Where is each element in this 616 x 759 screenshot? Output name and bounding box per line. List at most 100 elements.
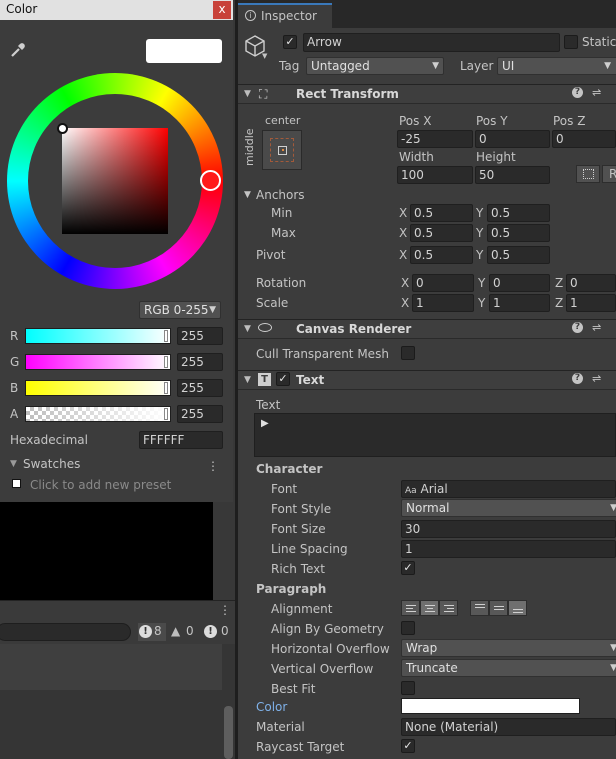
console-row[interactable] [0, 644, 222, 690]
pivot-x-input[interactable]: 0.5 [410, 246, 473, 264]
console-errors-toggle[interactable]: ! 8 [138, 623, 166, 641]
line-spacing-input[interactable]: 1 [401, 540, 616, 558]
blueprint-mode-button[interactable] [576, 165, 600, 183]
console-info-toggle[interactable]: ! 0 [203, 623, 233, 641]
swatches-more-icon[interactable]: ⋮ [207, 459, 219, 473]
console-search-input[interactable] [0, 623, 131, 641]
rect-transform-header[interactable]: ▼ ⛶ Rect Transform ? ⇌ [238, 84, 616, 104]
info-circle-icon: i [245, 10, 256, 21]
vertical-overflow-dropdown[interactable]: Truncate ▼ [401, 659, 616, 677]
channel-g-slider[interactable] [25, 354, 171, 370]
font-style-dropdown[interactable]: Normal ▼ [401, 499, 616, 517]
text-area[interactable]: ▶ [254, 413, 616, 457]
align-top-button[interactable] [470, 600, 489, 616]
canvas-renderer-header[interactable]: ▼ Canvas Renderer ? ⇌ [238, 319, 616, 339]
scale-x-input[interactable]: 1 [412, 294, 474, 312]
sv-handle[interactable] [57, 123, 68, 134]
color-picker-eyedropper-button[interactable] [582, 697, 616, 715]
anchor-preset-button[interactable] [262, 130, 302, 170]
pos-x-label: Pos X [399, 114, 432, 128]
rich-text-checkbox[interactable]: ✓ [401, 561, 415, 575]
console-scrollbar[interactable] [224, 706, 233, 759]
close-button[interactable]: x [213, 1, 231, 19]
chevron-down-icon: ▼ [432, 61, 439, 71]
cull-transparent-mesh-checkbox[interactable] [401, 346, 415, 360]
anchors-label[interactable]: Anchors [256, 188, 305, 202]
scale-label: Scale [256, 296, 289, 310]
align-middle-button[interactable] [489, 600, 508, 616]
min-x-input[interactable]: 0.5 [410, 204, 473, 222]
width-label: Width [399, 150, 434, 164]
rot-y-input[interactable]: 0 [489, 274, 550, 292]
eyedropper-icon[interactable] [9, 41, 27, 59]
console-more-icon[interactable]: ⋮ [219, 603, 231, 617]
color-field[interactable] [401, 698, 580, 714]
channel-a-value[interactable]: 255 [177, 405, 223, 423]
cube-dropdown-icon[interactable]: ▼ [262, 52, 267, 60]
text-component-header[interactable]: ▼ T ✓ Text ? ⇌ [238, 370, 616, 390]
scale-y-input[interactable]: 1 [489, 294, 550, 312]
pos-y-input[interactable]: 0 [475, 130, 550, 148]
rot-x-input[interactable]: 0 [412, 274, 474, 292]
material-field[interactable]: None (Material) [401, 718, 616, 736]
max-y-input[interactable]: 0.5 [487, 224, 550, 242]
settings-sliders-icon[interactable]: ⇌ [592, 86, 601, 99]
active-checkbox[interactable]: ✓ [283, 35, 297, 49]
max-x-input[interactable]: 0.5 [410, 224, 473, 242]
settings-sliders-icon[interactable]: ⇌ [592, 321, 601, 334]
pivot-y-input[interactable]: 0.5 [487, 246, 550, 264]
width-input[interactable]: 100 [397, 166, 473, 184]
help-icon[interactable]: ? [572, 322, 583, 333]
pos-z-input[interactable]: 0 [552, 130, 616, 148]
fold-icon[interactable]: ▼ [244, 89, 251, 99]
align-left-button[interactable] [401, 600, 420, 616]
align-bottom-button[interactable] [508, 600, 527, 616]
hex-input[interactable]: FFFFFF [139, 431, 223, 449]
fold-icon[interactable]: ▼ [244, 324, 251, 334]
raw-edit-button[interactable]: R [602, 165, 616, 183]
swatches-fold-icon[interactable]: ▼ [10, 459, 17, 469]
horizontal-overflow-dropdown[interactable]: Wrap ▼ [401, 639, 616, 657]
font-field[interactable]: Aa Arial [401, 480, 616, 498]
tag-label: Tag [279, 59, 300, 73]
layer-dropdown[interactable]: UI ▼ [497, 57, 616, 75]
color-window-titlebar[interactable]: Color x [0, 0, 233, 20]
static-checkbox[interactable] [564, 35, 578, 49]
align-center-button[interactable] [420, 600, 439, 616]
font-size-input[interactable]: 30 [401, 520, 616, 538]
help-icon[interactable]: ? [572, 373, 583, 384]
fold-icon[interactable]: ▼ [244, 375, 251, 385]
height-input[interactable]: 50 [475, 166, 550, 184]
scale-z-input[interactable]: 1 [566, 294, 616, 312]
pos-x-input[interactable]: -25 [397, 130, 473, 148]
align-right-button[interactable] [439, 600, 458, 616]
channel-b-value[interactable]: 255 [177, 379, 223, 397]
hue-handle[interactable] [200, 170, 221, 191]
anchors-fold-icon[interactable]: ▼ [244, 190, 251, 200]
swatch-preset[interactable] [12, 479, 21, 488]
channel-b-slider[interactable] [25, 380, 171, 396]
min-y-letter: Y [476, 206, 484, 220]
text-enabled-checkbox[interactable]: ✓ [276, 372, 290, 386]
channel-a-slider[interactable] [25, 406, 171, 422]
game-view[interactable] [0, 502, 213, 600]
align-by-geometry-checkbox[interactable] [401, 621, 415, 635]
help-icon[interactable]: ? [572, 87, 583, 98]
saturation-value-square[interactable] [62, 128, 168, 234]
max-x-letter: X [399, 226, 408, 240]
rot-z-input[interactable]: 0 [566, 274, 616, 292]
object-name-input[interactable]: Arrow [303, 33, 560, 52]
console-warnings-toggle[interactable]: ▲ 0 [170, 623, 198, 641]
settings-sliders-icon[interactable]: ⇌ [592, 372, 601, 385]
alignment-label: Alignment [271, 602, 333, 616]
tag-dropdown[interactable]: Untagged ▼ [306, 57, 444, 75]
channel-r-value[interactable]: 255 [177, 327, 223, 345]
swatches-label[interactable]: Swatches [23, 457, 80, 471]
best-fit-checkbox[interactable] [401, 681, 415, 695]
raycast-target-checkbox[interactable]: ✓ [401, 739, 415, 753]
color-mode-dropdown[interactable]: RGB 0-255 ▼ [139, 301, 221, 319]
min-y-input[interactable]: 0.5 [487, 204, 550, 222]
tab-inspector[interactable]: i Inspector [238, 3, 332, 28]
channel-g-value[interactable]: 255 [177, 353, 223, 371]
channel-r-slider[interactable] [25, 328, 171, 344]
